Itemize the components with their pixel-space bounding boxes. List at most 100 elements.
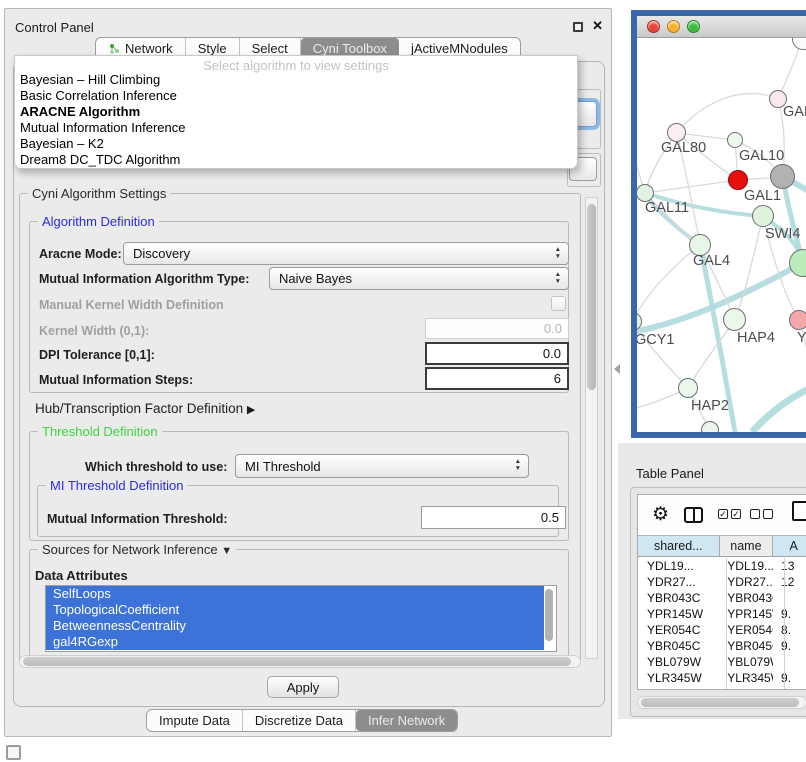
- network-node[interactable]: [752, 205, 774, 227]
- settings-scrollbar[interactable]: [585, 197, 598, 659]
- network-canvas[interactable]: GAL GAL80 GAL10 GAL1 GAL11 SWI4 GAL4 GCY…: [637, 38, 806, 432]
- table-row[interactable]: YPR145W YPR145W 9.: [638, 606, 806, 622]
- aracne-mode-label: Aracne Mode:: [39, 247, 122, 261]
- node-label: SWI4: [765, 226, 800, 242]
- mini-panel-icon[interactable]: [6, 745, 21, 760]
- node-table: ⚙ ✓ ✓ shared... name A YDL19... YDL19...: [637, 494, 806, 690]
- screen: Control Panel ✕ Network Style Select Cyn…: [0, 0, 806, 762]
- network-window-titlebar[interactable]: [637, 16, 806, 38]
- algorithm-option[interactable]: Bayesian – Hill Climbing: [15, 72, 577, 88]
- unchecked-checkbox-icon[interactable]: [763, 509, 773, 519]
- data-attributes-label: Data Attributes: [35, 568, 128, 583]
- group-title: MI Threshold Definition: [46, 478, 187, 493]
- panel-divider-handle[interactable]: [614, 364, 620, 374]
- node-label: GAL: [783, 104, 806, 120]
- table-row[interactable]: YDR27... YDR27... 12: [638, 574, 806, 590]
- node-label: GCY1: [637, 332, 675, 348]
- kernel-width-label: Kernel Width (0,1):: [39, 324, 149, 338]
- table-row[interactable]: YLR345W YLR345W 9.: [638, 670, 806, 686]
- close-icon[interactable]: ✕: [592, 18, 603, 34]
- node-label: GAL1: [744, 188, 781, 204]
- network-node[interactable]: [789, 310, 806, 330]
- list-scrollbar-thumb[interactable]: [545, 589, 553, 641]
- algorithm-option[interactable]: Bayesian – K2: [15, 136, 577, 152]
- dpi-tolerance-input[interactable]: 0.0: [425, 342, 569, 365]
- table-row[interactable]: YER054C YER054C 8.: [638, 622, 806, 638]
- settings-hscrollbar-thumb[interactable]: [23, 657, 571, 666]
- network-node[interactable]: [770, 164, 795, 189]
- table-row[interactable]: YBR043C YBR043C: [638, 590, 806, 606]
- table-panel-box: ⚙ ✓ ✓ shared... name A YDL19... YDL19...: [630, 487, 806, 717]
- settings-hscrollbar[interactable]: [19, 655, 581, 668]
- float-window-icon[interactable]: [573, 22, 583, 32]
- which-threshold-select[interactable]: MI Threshold ▲▼: [235, 454, 529, 478]
- table-body: YDL19... YDL19... 13 YDR27... YDR27... 1…: [638, 558, 806, 689]
- network-node[interactable]: [678, 378, 698, 398]
- table-row[interactable]: YBL079W YBL079W: [638, 654, 806, 670]
- network-icon: [108, 42, 121, 55]
- tab-discretize-data[interactable]: Discretize Data: [243, 710, 356, 731]
- node-label: HAP2: [691, 398, 729, 414]
- network-node[interactable]: [701, 421, 719, 432]
- dpi-tolerance-label: DPI Tolerance [0,1]:: [39, 348, 155, 362]
- table-panel-title: Table Panel: [636, 466, 704, 481]
- column-header-next[interactable]: A: [773, 536, 806, 556]
- algorithm-option[interactable]: Dream8 DC_TDC Algorithm: [15, 152, 577, 168]
- hub-definition-disclosure[interactable]: Hub/Transcription Factor Definition ▶: [35, 401, 255, 416]
- algorithm-option-selected[interactable]: ARACNE Algorithm: [15, 104, 577, 120]
- mi-steps-input[interactable]: 6: [425, 367, 569, 390]
- checked-checkbox-icon[interactable]: ✓: [718, 509, 728, 519]
- table-row[interactable]: YJL053C YJL053C 9: [638, 686, 806, 689]
- unchecked-checkbox-icon[interactable]: [750, 509, 760, 519]
- apply-button[interactable]: Apply: [267, 676, 339, 698]
- list-item[interactable]: BetweennessCentrality: [46, 618, 544, 634]
- kernel-width-input[interactable]: 0.0: [425, 318, 569, 339]
- list-item[interactable]: TopologicalCoefficient: [46, 602, 544, 618]
- table-row[interactable]: YBR045C YBR045C 9.: [638, 638, 806, 654]
- node-label: Y: [797, 330, 806, 346]
- tab-impute-data[interactable]: Impute Data: [147, 710, 243, 731]
- collapsed-arrow-icon: ▶: [247, 404, 255, 416]
- node-label: GAL10: [739, 148, 784, 164]
- combo-arrows-icon: ▲▼: [555, 246, 561, 260]
- network-node[interactable]: [723, 308, 746, 331]
- network-node[interactable]: [727, 132, 743, 148]
- data-attributes-list: SelfLoops TopologicalCoefficient Between…: [45, 585, 557, 652]
- close-button[interactable]: [647, 20, 660, 33]
- column-divider: [784, 558, 785, 689]
- panel-title: Control Panel: [15, 20, 94, 35]
- table-hscrollbar[interactable]: [637, 696, 806, 709]
- mi-type-select[interactable]: Naive Bayes ▲▼: [269, 267, 569, 290]
- gear-icon[interactable]: ⚙: [652, 503, 669, 526]
- sources-disclosure[interactable]: Sources for Network Inference ▼: [38, 542, 236, 557]
- mi-threshold-input[interactable]: 0.5: [421, 506, 566, 529]
- checked-checkbox-icon[interactable]: ✓: [731, 509, 741, 519]
- table-header: shared... name A: [638, 535, 806, 557]
- table-toolbar: ⚙ ✓ ✓: [638, 495, 806, 535]
- column-header-shared-name[interactable]: shared...: [638, 536, 720, 556]
- column-header-name[interactable]: name: [720, 536, 774, 556]
- node-label: HAP4: [737, 330, 775, 346]
- network-view-window: GAL GAL80 GAL10 GAL1 GAL11 SWI4 GAL4 GCY…: [631, 10, 806, 438]
- settings-scrollbar-thumb[interactable]: [587, 204, 596, 390]
- table-hscrollbar-thumb[interactable]: [641, 698, 799, 707]
- minimize-button[interactable]: [667, 20, 680, 33]
- node-label: GAL80: [661, 140, 706, 156]
- network-node-selected[interactable]: [728, 170, 748, 190]
- table-row[interactable]: YDL19... YDL19... 13: [638, 558, 806, 574]
- group-title: Algorithm Definition: [38, 214, 159, 229]
- aracne-mode-select[interactable]: Discovery ▲▼: [123, 242, 569, 265]
- column-selector-icon[interactable]: [684, 507, 703, 523]
- mi-type-label: Mutual Information Algorithm Type:: [39, 272, 249, 286]
- tab-infer-network[interactable]: Infer Network: [356, 710, 457, 731]
- document-icon[interactable]: [792, 501, 806, 521]
- list-scrollbar[interactable]: [545, 588, 554, 649]
- algorithm-dropdown-popup: Select algorithm to view settings Bayesi…: [14, 55, 578, 169]
- list-item[interactable]: SelfLoops: [46, 586, 544, 602]
- zoom-button[interactable]: [687, 20, 700, 33]
- mi-steps-label: Mutual Information Steps:: [39, 373, 193, 387]
- manual-kernel-checkbox[interactable]: [551, 296, 566, 311]
- list-item[interactable]: gal4RGexp: [46, 634, 544, 650]
- algorithm-option[interactable]: Mutual Information Inference: [15, 120, 577, 136]
- algorithm-option[interactable]: Basic Correlation Inference: [15, 88, 577, 104]
